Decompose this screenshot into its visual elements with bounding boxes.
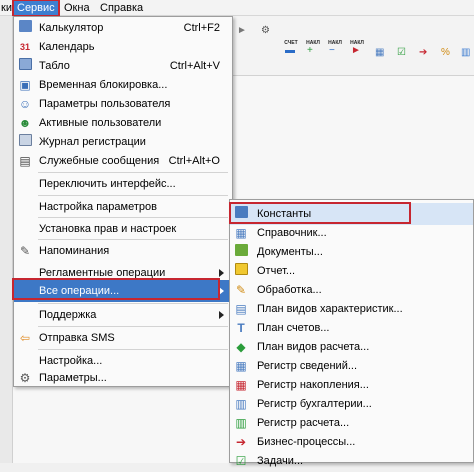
user-settings-icon: ☺ — [18, 97, 32, 111]
info-register-icon: ▦ — [235, 359, 247, 373]
left-panel-strip — [0, 16, 13, 463]
scoreboard-icon — [17, 58, 33, 74]
document-arrow-icon[interactable]: ➔ — [416, 42, 432, 60]
calculator-icon — [17, 20, 33, 36]
menu-item-help[interactable]: Справка — [97, 1, 146, 15]
arrow-right-icon[interactable]: ► — [234, 20, 250, 38]
menu-item-service-messages[interactable]: ▤ Служебные сообщения Ctrl+Alt+O — [14, 150, 232, 172]
characteristics-plan-icon: ▤ — [235, 302, 247, 316]
menu-item-parameter-settings[interactable]: Настройка параметров — [14, 196, 232, 218]
service-menu: Калькулятор Ctrl+F2 31 Календарь Табло C… — [13, 16, 233, 387]
document-grid-icon[interactable]: ▦ — [372, 42, 388, 60]
chevron-right-icon — [219, 287, 224, 295]
calculation-plan-icon: ◆ — [236, 340, 246, 354]
business-process-icon: ➔ — [235, 435, 247, 449]
accounting-register-icon: ▥ — [235, 397, 247, 411]
menu-item-partial[interactable]: ки — [0, 1, 15, 15]
menu-item-service[interactable]: Сервис — [12, 0, 60, 17]
accounts-plan-icon: T — [237, 321, 245, 335]
menu-item-parameters[interactable]: ⚙ Параметры... — [14, 367, 232, 389]
invoice-icon[interactable]: СЧЕТ ▬ — [282, 40, 298, 58]
menu-bar: ки Сервис Окна Справка — [0, 0, 474, 17]
calendar-icon: 31 — [19, 42, 30, 52]
parameters-icon: ⚙ — [19, 371, 31, 385]
constants-icon — [233, 206, 249, 222]
sms-icon: ⇦ — [19, 331, 31, 345]
gear-icon[interactable]: ⚙ — [258, 20, 274, 38]
chevron-right-icon — [219, 269, 224, 277]
menu-item-windows[interactable]: Окна — [61, 1, 93, 15]
invoice-arrow-icon[interactable]: НАКЛ ► — [348, 40, 364, 58]
catalog-icon: ▦ — [235, 226, 247, 240]
accumulation-register-icon: ▦ — [235, 378, 247, 392]
report-icon — [233, 263, 249, 279]
menu-item-reminders[interactable]: ✎ Напоминания — [14, 240, 232, 262]
messages-icon: ▤ — [19, 154, 31, 168]
chevron-right-icon — [219, 311, 224, 319]
menu-item-switch-interface[interactable]: Переключить интерфейс... — [14, 173, 232, 195]
lock-icon: ▣ — [19, 78, 31, 92]
document-percent-icon[interactable]: % — [438, 42, 454, 60]
menu-item-rights-settings[interactable]: Установка прав и настроек — [14, 218, 232, 240]
calculation-register-icon: ▥ — [235, 416, 247, 430]
chart-icon[interactable]: ▥ — [458, 42, 474, 60]
menu-item-send-sms[interactable]: ⇦ Отправка SMS — [14, 327, 232, 349]
menu-item-all-operations[interactable]: Все операции... — [14, 280, 232, 302]
invoice-plus-icon[interactable]: НАКЛ + — [304, 40, 320, 58]
users-icon: ☻ — [18, 116, 32, 130]
journal-icon — [17, 134, 33, 150]
submenu-item-tasks[interactable]: ☑ Задачи... — [230, 450, 473, 472]
checklist-icon[interactable]: ☑ — [394, 42, 410, 60]
toolbar: ► ⚙ СЧЕТ ▬ НАКЛ + НАКЛ − НАКЛ ► ▦ ☑ ➔ % … — [232, 16, 474, 76]
tasks-icon: ☑ — [235, 454, 247, 468]
all-operations-submenu: Константы ▦ Справочник... Документы... О… — [229, 199, 474, 468]
invoice-minus-icon[interactable]: НАКЛ − — [326, 40, 342, 58]
documents-icon — [233, 244, 249, 260]
processing-icon: ✎ — [235, 283, 247, 297]
reminder-icon: ✎ — [19, 244, 31, 258]
menu-item-support[interactable]: Поддержка — [14, 304, 232, 326]
